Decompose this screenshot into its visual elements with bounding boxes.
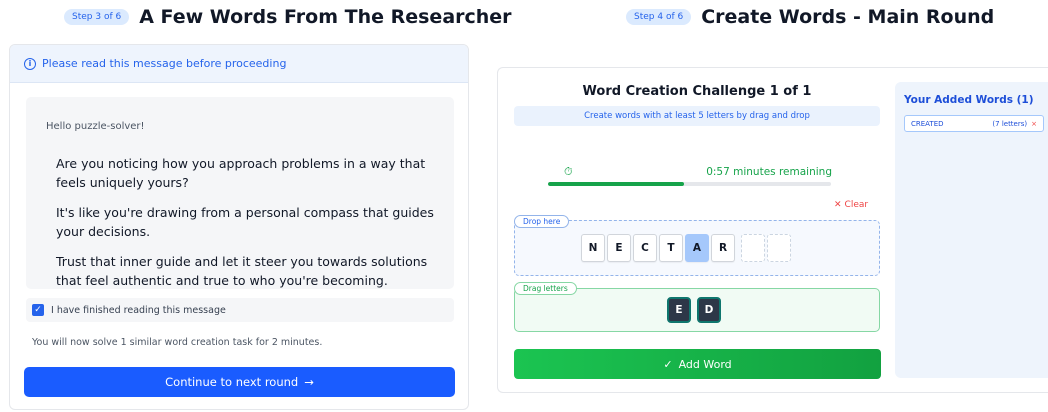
message-paragraph: Are you noticing how you approach proble… xyxy=(56,156,426,190)
timer-progress-track xyxy=(548,182,831,186)
researcher-message-card: i Please read this message before procee… xyxy=(9,44,469,410)
step-badge: Step 4 of 6 xyxy=(626,9,692,25)
instructions-banner: Create words with at least 5 letters by … xyxy=(514,106,880,126)
add-word-button[interactable]: ✓ Add Word xyxy=(514,349,881,379)
letter-tile[interactable]: N xyxy=(581,234,605,262)
draggable-letter-tile[interactable]: D xyxy=(697,297,721,323)
continue-button[interactable]: Continue to next round → xyxy=(24,367,455,397)
task-note: You will now solve 1 similar word creati… xyxy=(32,337,323,348)
letter-tile[interactable]: R xyxy=(711,234,735,262)
challenge-title: Word Creation Challenge 1 of 1 xyxy=(582,84,812,99)
checkbox-label: I have finished reading this message xyxy=(51,304,226,316)
timer-progress-fill xyxy=(548,182,684,186)
empty-slot[interactable] xyxy=(767,234,791,262)
letter-tile[interactable]: E xyxy=(607,234,631,262)
letter-tile[interactable]: C xyxy=(633,234,657,262)
drag-tiles: ED xyxy=(667,297,721,323)
draggable-letter-tile[interactable]: E xyxy=(667,297,691,323)
step-badge: Step 3 of 6 xyxy=(64,9,130,25)
drop-slots: NECTAR xyxy=(581,234,791,262)
drop-zone[interactable]: NECTAR xyxy=(514,220,880,276)
added-words-panel: Your Added Words (1) CREATED (7 letters) × xyxy=(895,82,1048,378)
message-paragraph: It's like you're drawing from a personal… xyxy=(56,205,434,239)
timer-text: 0:57 minutes remaining xyxy=(706,166,832,178)
message-paragraph: Trust that inner guide and let it steer … xyxy=(56,254,428,288)
message-box: Hello puzzle-solver! Are you noticing ho… xyxy=(26,97,454,289)
word-creation-card: Word Creation Challenge 1 of 1 Create wo… xyxy=(497,67,1048,393)
remove-word-icon[interactable]: × xyxy=(1031,120,1037,128)
stopwatch-icon: ⏱ xyxy=(564,165,573,178)
info-icon: i xyxy=(24,57,36,70)
arrow-right-icon: → xyxy=(304,375,314,389)
drag-zone-label: Drag letters xyxy=(514,282,577,295)
finished-reading-checkbox-row[interactable]: ✓ I have finished reading this message xyxy=(26,298,454,322)
left-header: Step 3 of 6 A Few Words From The Researc… xyxy=(64,4,512,30)
page-title: A Few Words From The Researcher xyxy=(139,6,512,28)
clear-label: Clear xyxy=(844,200,869,210)
close-icon: ✕ xyxy=(834,200,842,210)
right-header: Step 4 of 6 Create Words - Main Round xyxy=(626,4,994,30)
greeting-text: Hello puzzle-solver! xyxy=(46,121,145,132)
notice-bar: i Please read this message before procee… xyxy=(10,45,468,83)
check-icon: ✓ xyxy=(663,357,673,371)
added-word-text: CREATED xyxy=(911,119,944,128)
clear-button[interactable]: ✕ Clear xyxy=(834,200,868,210)
drop-zone-label: Drop here xyxy=(514,215,570,228)
added-words-title: Your Added Words (1) xyxy=(904,94,1034,106)
add-word-label: Add Word xyxy=(678,357,732,371)
page-title: Create Words - Main Round xyxy=(701,6,995,28)
timer-row: ⏱ 0:57 minutes remaining xyxy=(564,166,832,180)
continue-button-label: Continue to next round xyxy=(165,375,299,389)
added-word-item: CREATED (7 letters) × xyxy=(904,115,1044,132)
letter-tile[interactable]: T xyxy=(659,234,683,262)
added-word-length: (7 letters) xyxy=(992,119,1028,128)
checkbox-checked-icon[interactable]: ✓ xyxy=(32,304,44,316)
empty-slot[interactable] xyxy=(741,234,765,262)
letter-tile[interactable]: A xyxy=(685,234,709,262)
notice-text: Please read this message before proceedi… xyxy=(42,57,287,70)
